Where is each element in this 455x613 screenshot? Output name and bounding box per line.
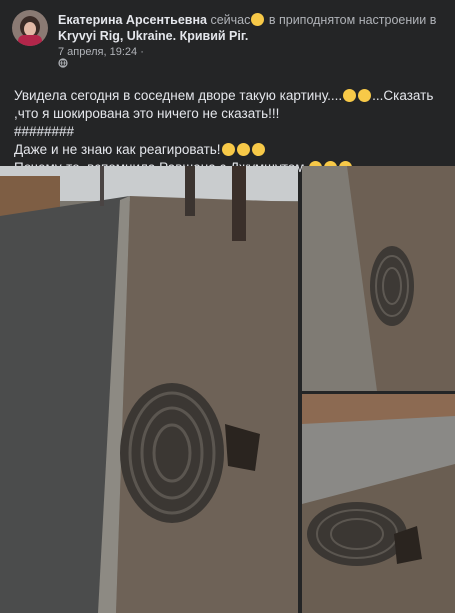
feeling-text: в приподнятом настроении в	[268, 13, 437, 27]
meta-dot: ·	[140, 46, 144, 58]
location-link[interactable]: Kryvyi Rig, Ukraine. Кривий Ріг.	[58, 29, 248, 43]
post-meta: 7 апреля, 19:24 ·	[58, 46, 144, 68]
laughing-face-emoji-icon	[251, 143, 265, 156]
post-line-4: Даже и не знаю как реагировать!	[14, 142, 221, 157]
post-body: Увидела сегодня в соседнем дворе такую к…	[14, 69, 444, 177]
post-line-1: Увидела сегодня в соседнем дворе такую к…	[14, 88, 343, 103]
post-date[interactable]: 7 апреля, 19:24	[58, 46, 137, 58]
post-photo-bottom-right[interactable]	[302, 394, 455, 613]
globe-icon[interactable]	[58, 58, 144, 68]
author-name[interactable]: Екатерина Арсентьевна	[58, 13, 207, 27]
smiling-face-emoji-icon	[251, 13, 265, 26]
surprised-face-emoji-icon	[358, 89, 372, 102]
post-photo-main[interactable]	[0, 166, 298, 613]
author-avatar[interactable]	[12, 10, 48, 46]
laughing-face-emoji-icon	[221, 143, 235, 156]
crying-face-emoji-icon	[343, 89, 357, 102]
post-photo-top-right[interactable]	[302, 166, 455, 391]
post-line-3: ########	[14, 124, 75, 139]
activity-time: сейчас	[210, 13, 251, 27]
avatar-face	[24, 22, 36, 36]
facebook-post-card: Екатерина Арсентьевна сейчас в приподнят…	[0, 0, 455, 613]
post-header: Екатерина Арсентьевна сейчас в приподнят…	[58, 12, 443, 44]
laughing-face-emoji-icon	[236, 143, 250, 156]
avatar-body	[18, 35, 42, 46]
